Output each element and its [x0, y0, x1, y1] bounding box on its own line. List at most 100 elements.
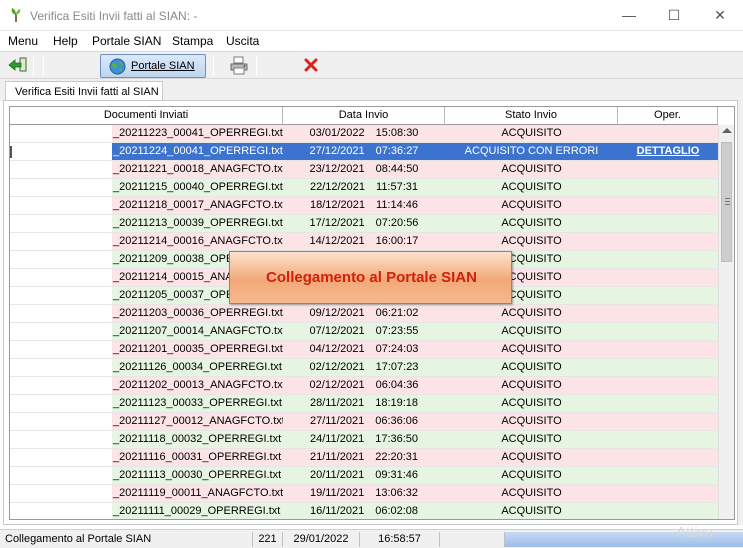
cell-documento: _20211213_00039_OPERREGI.txt — [112, 215, 283, 233]
table-row[interactable]: _20211215_00040_OPERREGI.txt 22/12/2021 11… — [10, 179, 718, 197]
menu-item-portale-sian[interactable]: Portale SIAN — [92, 34, 161, 48]
table-row[interactable]: _20211201_00035_OPERREGI.txt 04/12/2021 07… — [10, 341, 718, 359]
menu-item-help[interactable]: Help — [53, 34, 78, 48]
exit-icon[interactable] — [8, 57, 28, 73]
cell-oper — [618, 251, 718, 269]
table-row[interactable]: _20211214_00016_ANAGFCTO.txt 14/12/2021 16… — [10, 233, 718, 251]
status-bar: Collegamento al Portale SIAN 221 29/01/2… — [0, 529, 743, 548]
cell-time: 11:14:46 — [376, 199, 419, 211]
tab-verifica-esiti[interactable]: Verifica Esiti Invii fatti al SIAN — [5, 81, 163, 102]
portale-sian-button[interactable]: Portale SIAN — [100, 54, 206, 78]
vertical-scrollbar[interactable] — [718, 125, 734, 519]
cell-date: 21/11/2021 — [309, 451, 365, 463]
cell-time: 08:44:50 — [375, 163, 419, 175]
minimize-button[interactable]: — — [606, 0, 652, 31]
cell-data-invio: 17/12/2021 07:20:56 — [283, 215, 445, 233]
cell-stato-invio: ACQUISITO — [445, 377, 618, 395]
cell-documento: _20211123_00033_OPERREGI.txt — [112, 395, 283, 413]
cell-data-invio: 21/11/2021 22:20:31 — [283, 449, 445, 467]
cell-stato-invio: ACQUISITO — [445, 341, 618, 359]
cell-date: 27/11/2021 — [309, 415, 365, 427]
table-row[interactable]: _20211119_00011_ANAGFCTO.txt 19/11/2021 13… — [10, 485, 718, 503]
cell-time: 06:36:06 — [375, 415, 419, 427]
cell-documento: _20211203_00036_OPERREGI.txt — [112, 305, 283, 323]
table-row[interactable]: _20211202_00013_ANAGFCTO.txt 02/12/2021 06… — [10, 377, 718, 395]
row-indicator-cell — [10, 395, 112, 413]
cell-stato-invio: ACQUISITO — [445, 503, 618, 519]
cell-date: 03/01/2022 — [309, 127, 365, 139]
printer-icon[interactable] — [229, 56, 249, 75]
column-header-data-invio[interactable]: Data Invio — [283, 107, 445, 125]
cell-oper — [618, 197, 718, 215]
row-indicator-cell — [10, 377, 112, 395]
table-row[interactable]: _20211221_00018_ANAGFCTO.txt 23/12/2021 08… — [10, 161, 718, 179]
column-header-stato-invio[interactable]: Stato Invio — [445, 107, 618, 125]
cell-stato-invio: ACQUISITO — [445, 359, 618, 377]
cell-date: 09/12/2021 — [309, 307, 365, 319]
cancel-icon[interactable] — [304, 58, 318, 72]
app-icon — [11, 8, 21, 22]
cell-time: 07:24:03 — [375, 343, 419, 355]
table-row[interactable]: _20211213_00039_OPERREGI.txt 17/12/2021 07… — [10, 215, 718, 233]
scrollbar-thumb[interactable] — [721, 142, 732, 262]
scrollbar-grip — [725, 198, 730, 199]
menu-item-stampa[interactable]: Stampa — [172, 34, 213, 48]
cell-data-invio: 27/11/2021 06:36:06 — [283, 413, 445, 431]
row-indicator-cell — [10, 251, 112, 269]
scrollbar-grip — [725, 201, 730, 202]
cell-oper — [618, 215, 718, 233]
cell-oper — [618, 503, 718, 519]
scroll-up-icon[interactable] — [722, 128, 732, 133]
cell-date: 28/11/2021 — [309, 397, 365, 409]
cell-data-invio: 23/12/2021 08:44:50 — [283, 161, 445, 179]
cell-data-invio: 19/11/2021 13:06:32 — [283, 485, 445, 503]
row-indicator-cell — [10, 341, 112, 359]
cell-documento: _20211221_00018_ANAGFCTO.txt — [112, 161, 283, 179]
esiti-grid: Documenti Inviati Data Invio Stato Invio… — [9, 106, 735, 520]
row-indicator-cell — [10, 125, 112, 143]
cell-time: 07:23:55 — [375, 325, 419, 337]
table-row[interactable]: _20211218_00017_ANAGFCTO.txt 18/12/2021 11… — [10, 197, 718, 215]
column-header-documenti[interactable]: Documenti Inviati — [10, 107, 283, 125]
table-row[interactable]: _20211123_00033_OPERREGI.txt 28/11/2021 18… — [10, 395, 718, 413]
cell-data-invio: 24/11/2021 17:36:50 — [283, 431, 445, 449]
table-row[interactable]: _20211207_00014_ANAGFCTO.txt 07/12/2021 07… — [10, 323, 718, 341]
table-row[interactable]: _20211111_00029_OPERREGI.txt 16/11/2021 06… — [10, 503, 718, 519]
cell-documento: _20211113_00030_OPERREGI.txt — [112, 467, 283, 485]
row-indicator-cell — [10, 215, 112, 233]
cell-documento: _20211126_00034_OPERREGI.txt — [112, 359, 283, 377]
cell-date: 22/12/2021 — [309, 181, 366, 193]
row-indicator-cell — [10, 359, 112, 377]
maximize-button[interactable]: ☐ — [651, 0, 697, 31]
close-button[interactable]: ✕ — [697, 0, 743, 31]
menu-bar: Menu Help Portale SIAN Stampa Uscita — [0, 31, 743, 51]
cell-oper — [618, 179, 718, 197]
minimize-icon: — — [622, 7, 636, 23]
table-row[interactable]: _20211127_00012_ANAGFCTO.txt 27/11/2021 06… — [10, 413, 718, 431]
menu-item-uscita[interactable]: Uscita — [226, 34, 259, 48]
table-row[interactable]: _20211203_00036_OPERREGI.txt 09/12/2021 06… — [10, 305, 718, 323]
cell-date: 04/12/2021 — [309, 343, 365, 355]
status-date: 29/01/2022 — [283, 532, 360, 547]
cell-stato-invio: ACQUISITO — [445, 215, 618, 233]
cell-documento: _20211116_00031_OPERREGI.txt — [112, 449, 283, 467]
cell-data-invio: 04/12/2021 07:24:03 — [283, 341, 445, 359]
table-row[interactable]: _20211118_00032_OPERREGI.txt 24/11/2021 17… — [10, 431, 718, 449]
table-row[interactable]: _20211126_00034_OPERREGI.txt 02/12/2021 17… — [10, 359, 718, 377]
table-row[interactable]: _20211224_00041_OPERREGI.txt 27/12/2021 07… — [10, 143, 718, 161]
column-header-oper[interactable]: Oper. — [618, 107, 718, 125]
cell-time: 17:36:50 — [375, 433, 419, 445]
cell-time: 11:57:31 — [376, 181, 419, 193]
globe-icon — [109, 58, 126, 75]
table-row[interactable]: _20211113_00030_OPERREGI.txt 20/11/2021 09… — [10, 467, 718, 485]
cell-data-invio: 02/12/2021 06:04:36 — [283, 377, 445, 395]
cell-oper — [618, 449, 718, 467]
table-row[interactable]: _20211223_00041_OPERREGI.txt 03/01/2022 15… — [10, 125, 718, 143]
menu-item-menu[interactable]: Menu — [8, 34, 38, 48]
cell-date: 20/11/2021 — [309, 469, 365, 481]
row-indicator-cell — [10, 503, 112, 519]
cell-time: 06:21:02 — [375, 307, 419, 319]
dettaglio-link[interactable]: DETTAGLIO — [618, 143, 718, 161]
cell-date: 17/12/2021 — [309, 217, 365, 229]
table-row[interactable]: _20211116_00031_OPERREGI.txt 21/11/2021 22… — [10, 449, 718, 467]
